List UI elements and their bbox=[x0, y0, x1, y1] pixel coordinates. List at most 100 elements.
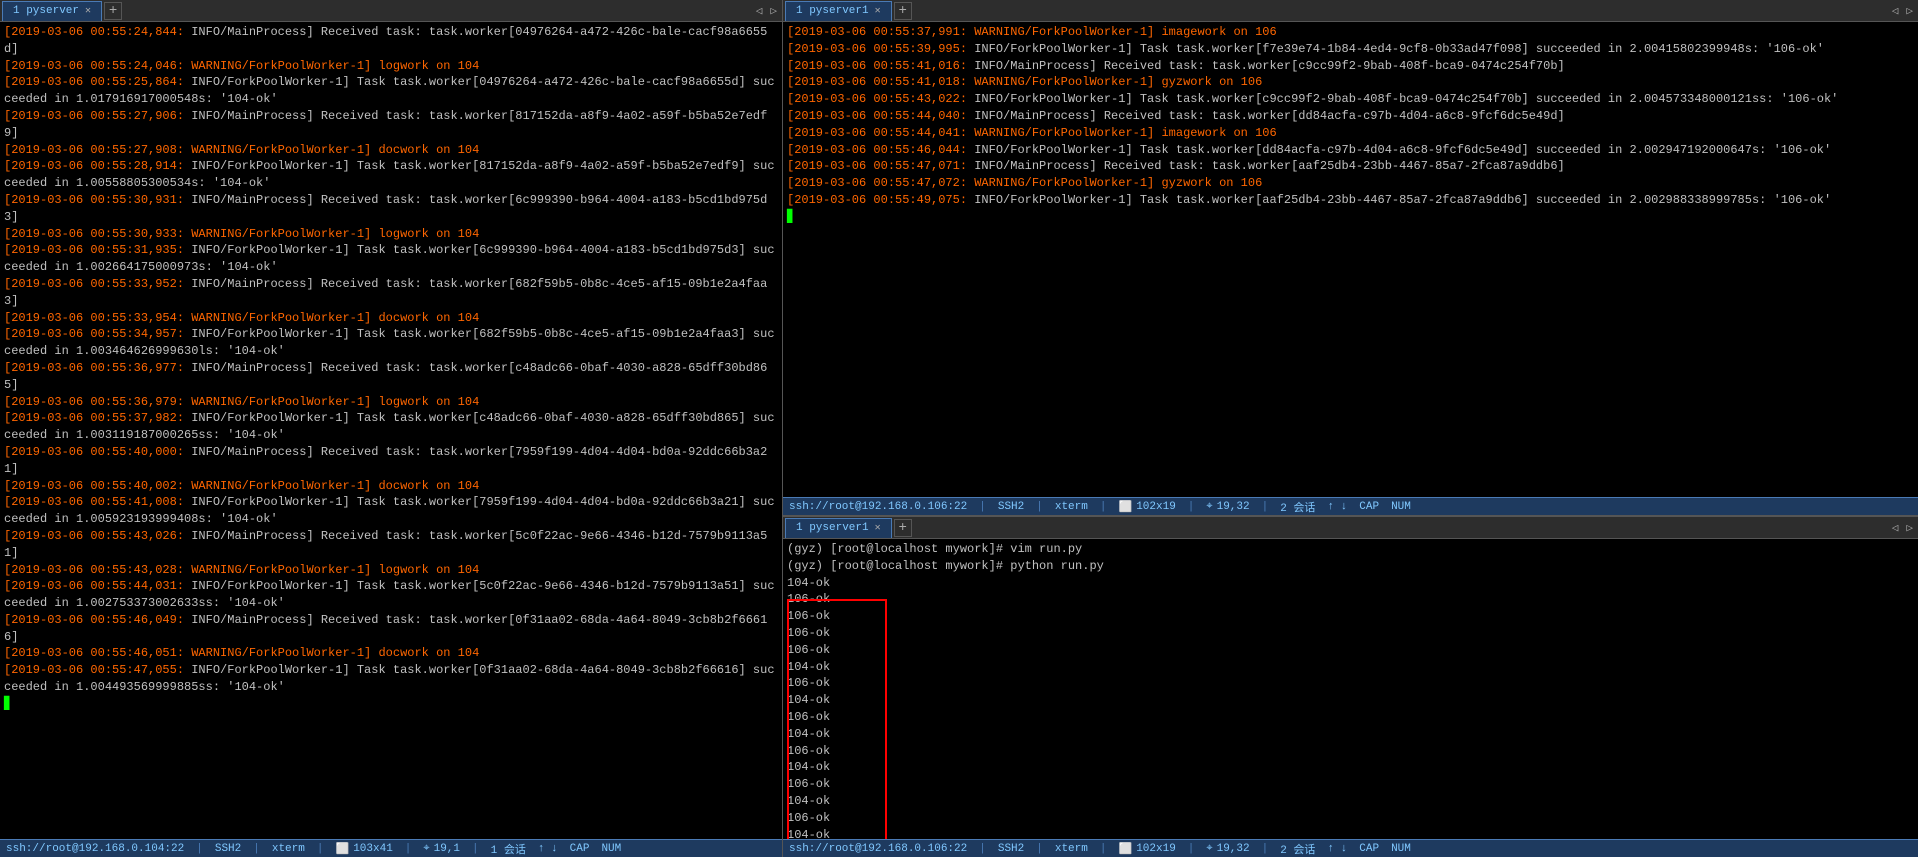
log-line: [2019-03-06 00:55:46,051: WARNING/ForkPo… bbox=[4, 645, 778, 662]
output-line: 104-ok bbox=[787, 726, 1914, 743]
output-line: 104-ok bbox=[787, 692, 1914, 709]
log-line: [2019-03-06 00:55:47,072: WARNING/ForkPo… bbox=[787, 175, 1914, 192]
log-line: [2019-03-06 00:55:43,028: WARNING/ForkPo… bbox=[4, 562, 778, 579]
right-bottom-tab-pyserver1[interactable]: 1 pyserver1 ✕ bbox=[785, 518, 892, 538]
right-top-status-cap: CAP bbox=[1359, 501, 1379, 513]
log-line: [2019-03-06 00:55:46,049: INFO/MainProce… bbox=[4, 612, 778, 646]
left-status-terminal: xterm bbox=[272, 843, 305, 855]
output-line: 104-ok bbox=[787, 793, 1914, 810]
left-status-num: NUM bbox=[601, 843, 621, 855]
right-top-status-position: ⌖ 19,32 bbox=[1206, 501, 1249, 513]
left-status-arrows: ↑ ↓ bbox=[538, 843, 558, 855]
log-line: [2019-03-06 00:55:27,908: WARNING/ForkPo… bbox=[4, 142, 778, 159]
left-status-position: ⌖ 19,1 bbox=[423, 843, 460, 855]
log-line: [2019-03-06 00:55:36,979: WARNING/ForkPo… bbox=[4, 394, 778, 411]
log-line: [2019-03-06 00:55:37,982: INFO/ForkPoolW… bbox=[4, 410, 778, 444]
output-line: 106-ok bbox=[787, 709, 1914, 726]
right-bottom-status-num: NUM bbox=[1391, 843, 1411, 855]
left-tab-nav-prev[interactable]: ◁ bbox=[753, 4, 766, 18]
right-top-tab-nav-next[interactable]: ▷ bbox=[1903, 4, 1916, 18]
right-bottom-tab-label: 1 pyserver1 bbox=[796, 522, 869, 534]
log-line: [2019-03-06 00:55:40,002: WARNING/ForkPo… bbox=[4, 478, 778, 495]
right-bottom-status-protocol: SSH2 bbox=[998, 843, 1024, 855]
log-line: [2019-03-06 00:55:41,018: WARNING/ForkPo… bbox=[787, 74, 1914, 91]
left-status-ssh: ssh://root@192.168.0.104:22 bbox=[6, 843, 184, 855]
right-bottom-status-bar: ssh://root@192.168.0.106:22 | SSH2 | xte… bbox=[783, 839, 1918, 857]
log-line: [2019-03-06 00:55:33,952: INFO/MainProce… bbox=[4, 276, 778, 310]
log-line: [2019-03-06 00:55:47,055: INFO/ForkPoolW… bbox=[4, 662, 778, 696]
left-status-bar: ssh://root@192.168.0.104:22 | SSH2 | xte… bbox=[0, 839, 782, 857]
right-top-tab-nav-arrows: ◁ ▷ bbox=[1889, 4, 1916, 18]
left-status-position-icon: ⌖ bbox=[423, 843, 429, 855]
left-tab-add-button[interactable]: + bbox=[104, 2, 122, 20]
right-bottom-tab-close-icon[interactable]: ✕ bbox=[875, 522, 881, 534]
log-line: [2019-03-06 00:55:47,071: INFO/MainProce… bbox=[787, 158, 1914, 175]
cmd-line: (gyz) [root@localhost mywork]# python ru… bbox=[787, 558, 1914, 575]
log-line: [2019-03-06 00:55:30,933: WARNING/ForkPo… bbox=[4, 226, 778, 243]
output-line: 106-ok bbox=[787, 810, 1914, 827]
left-status-sessions: 1 会话 bbox=[491, 841, 526, 857]
log-line: [2019-03-06 00:55:41,008: INFO/ForkPoolW… bbox=[4, 494, 778, 528]
log-line: [2019-03-06 00:55:25,864: INFO/ForkPoolW… bbox=[4, 74, 778, 108]
right-top-status-bar: ssh://root@192.168.0.106:22 | SSH2 | xte… bbox=[783, 497, 1918, 515]
left-tab-label: 1 pyserver bbox=[13, 5, 79, 17]
left-tab-close-icon[interactable]: ✕ bbox=[85, 5, 91, 17]
right-top-status-arrows: ↑ ↓ bbox=[1327, 501, 1347, 513]
right-top-status-ssh: ssh://root@192.168.0.106:22 bbox=[789, 501, 967, 513]
left-tab-pyserver[interactable]: 1 pyserver ✕ bbox=[2, 1, 102, 21]
left-tab-bar: 1 pyserver ✕ + ◁ ▷ bbox=[0, 0, 782, 22]
log-line: [2019-03-06 00:55:41,016: INFO/MainProce… bbox=[787, 58, 1914, 75]
right-bottom-status-arrows: ↑ ↓ bbox=[1327, 843, 1347, 855]
cmd-line: (gyz) [root@localhost mywork]# vim run.p… bbox=[787, 541, 1914, 558]
output-line: 106-ok bbox=[787, 591, 1914, 608]
right-panel: 1 pyserver1 ✕ + ◁ ▷ [2019-03-06 00:55:37… bbox=[783, 0, 1918, 857]
left-status-cap: CAP bbox=[570, 843, 590, 855]
right-bottom-status-size: ⬜ 102x19 bbox=[1118, 842, 1175, 856]
log-line: ▊ bbox=[787, 209, 1914, 226]
log-line: ▊ bbox=[4, 696, 778, 713]
log-line: [2019-03-06 00:55:24,046: WARNING/ForkPo… bbox=[4, 58, 778, 75]
right-bottom-status-position: ⌖ 19,32 bbox=[1206, 843, 1249, 855]
output-line: 104-ok bbox=[787, 575, 1914, 592]
right-bottom-status-ssh: ssh://root@192.168.0.106:22 bbox=[789, 843, 967, 855]
left-tab-nav-arrows: ◁ ▷ bbox=[753, 4, 780, 18]
left-tab-nav-next[interactable]: ▷ bbox=[767, 4, 780, 18]
right-top-status-size: ⬜ 102x19 bbox=[1118, 500, 1175, 514]
right-top-status-num: NUM bbox=[1391, 501, 1411, 513]
log-line: [2019-03-06 00:55:24,844: INFO/MainProce… bbox=[4, 24, 778, 58]
right-top-tab-label: 1 pyserver1 bbox=[796, 5, 869, 17]
output-line: 106-ok bbox=[787, 625, 1914, 642]
right-bottom-status-size-icon: ⬜ bbox=[1118, 842, 1132, 856]
log-line: [2019-03-06 00:55:49,075: INFO/ForkPoolW… bbox=[787, 192, 1914, 209]
output-line: 104-ok bbox=[787, 659, 1914, 676]
right-top-status-size-icon: ⬜ bbox=[1118, 500, 1132, 514]
log-line: [2019-03-06 00:55:30,931: INFO/MainProce… bbox=[4, 192, 778, 226]
right-top-terminal-content[interactable]: [2019-03-06 00:55:37,991: WARNING/ForkPo… bbox=[783, 22, 1918, 497]
left-status-protocol: SSH2 bbox=[215, 843, 241, 855]
right-bottom-tab-nav-prev[interactable]: ◁ bbox=[1889, 521, 1902, 535]
right-top-tab-bar: 1 pyserver1 ✕ + ◁ ▷ bbox=[783, 0, 1918, 22]
right-top-status-sessions: 2 会话 bbox=[1280, 499, 1315, 515]
main-container: 1 pyserver ✕ + ◁ ▷ [2019-03-06 00:55:24,… bbox=[0, 0, 1918, 857]
output-line: 106-ok bbox=[787, 743, 1914, 760]
log-line: [2019-03-06 00:55:44,031: INFO/ForkPoolW… bbox=[4, 578, 778, 612]
right-top-tab-add-button[interactable]: + bbox=[894, 2, 912, 20]
left-panel: 1 pyserver ✕ + ◁ ▷ [2019-03-06 00:55:24,… bbox=[0, 0, 783, 857]
right-bottom-tab-add-button[interactable]: + bbox=[894, 519, 912, 537]
left-terminal-content[interactable]: [2019-03-06 00:55:24,844: INFO/MainProce… bbox=[0, 22, 782, 839]
right-top-tab-pyserver1[interactable]: 1 pyserver1 ✕ bbox=[785, 1, 892, 21]
right-bottom-status-sessions: 2 会话 bbox=[1280, 841, 1315, 857]
right-top-tab-close-icon[interactable]: ✕ bbox=[875, 5, 881, 17]
right-bottom-terminal-content[interactable]: (gyz) [root@localhost mywork]# vim run.p… bbox=[783, 539, 1918, 839]
right-bottom-tab-nav-next[interactable]: ▷ bbox=[1903, 521, 1916, 535]
right-bottom-status-terminal: xterm bbox=[1055, 843, 1088, 855]
output-line: 104-ok bbox=[787, 759, 1914, 776]
right-top-tab-nav-prev[interactable]: ◁ bbox=[1889, 4, 1902, 18]
log-line: [2019-03-06 00:55:43,022: INFO/ForkPoolW… bbox=[787, 91, 1914, 108]
right-bottom-status-cap: CAP bbox=[1359, 843, 1379, 855]
right-top-status-protocol: SSH2 bbox=[998, 501, 1024, 513]
output-line: 106-ok bbox=[787, 642, 1914, 659]
log-line: [2019-03-06 00:55:36,977: INFO/MainProce… bbox=[4, 360, 778, 394]
log-line: [2019-03-06 00:55:39,995: INFO/ForkPoolW… bbox=[787, 41, 1914, 58]
output-line: 104-ok bbox=[787, 827, 1914, 839]
